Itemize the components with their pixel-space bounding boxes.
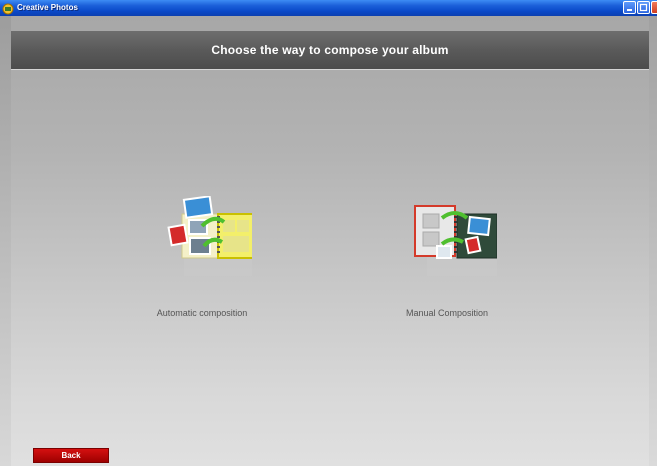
automatic-composition-icon (152, 195, 255, 286)
page-title: Choose the way to compose your album (211, 43, 449, 57)
manual-composition-icon (397, 196, 498, 286)
back-button[interactable]: Back (33, 448, 109, 463)
window-title: Creative Photos (17, 3, 78, 12)
left-border (0, 16, 11, 466)
minimize-icon[interactable] (623, 1, 636, 14)
page-header: Choose the way to compose your album (11, 31, 649, 70)
close-icon[interactable] (651, 1, 657, 14)
app-background (0, 16, 657, 466)
automatic-composition-option[interactable]: Automatic composition (140, 190, 264, 330)
right-border (649, 16, 657, 466)
app-icon (2, 2, 14, 15)
automatic-composition-label: Automatic composition (156, 308, 248, 318)
manual-composition-option[interactable]: Manual Composition (385, 190, 509, 330)
maximize-icon[interactable] (637, 1, 650, 14)
window-titlebar[interactable]: Creative Photos (0, 0, 657, 16)
manual-composition-label: Manual Composition (405, 308, 489, 318)
